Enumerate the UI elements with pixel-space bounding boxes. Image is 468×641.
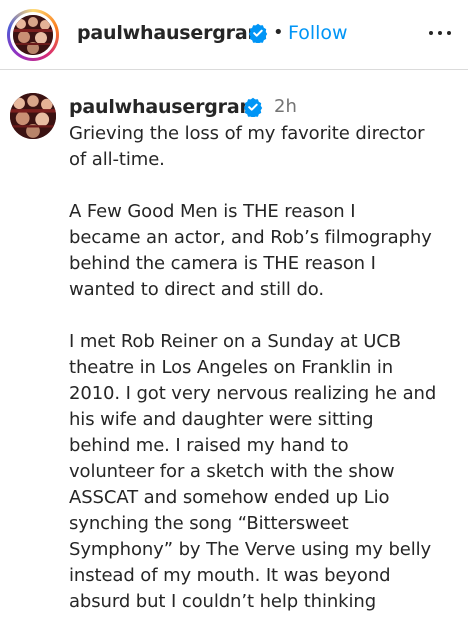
follow-button[interactable]: Follow <box>288 20 348 46</box>
caption-line: Grieving the loss of my favorite directo… <box>69 123 425 144</box>
caption-line: theatre in Los Angeles on Franklin in <box>69 357 394 378</box>
post-header: paulwhausergram • Follow <box>0 0 468 70</box>
caption-line: A Few Good Men is THE reason I <box>69 201 356 222</box>
separator-dot: • <box>273 22 284 43</box>
caption-line: ASSCAT and somehow ended up Lio <box>69 487 390 508</box>
caption-line: wanted to direct and still do. <box>69 279 325 300</box>
caption-paragraph: Grieving the loss of my favorite directo… <box>69 121 464 173</box>
comment-timestamp[interactable]: 2h <box>274 94 297 120</box>
caption-line: became an actor, and Rob’s filmography <box>69 227 432 248</box>
caption-line: volunteer for a sketch with the show <box>69 461 395 482</box>
caption-line: behind the camera is THE reason I <box>69 253 376 274</box>
comment-avatar[interactable] <box>10 93 56 139</box>
header-username[interactable]: paulwhausergram <box>77 20 267 46</box>
caption-text: Grieving the loss of my favorite directo… <box>69 121 464 641</box>
caption-line: his wife and daughter were sitting <box>69 409 374 430</box>
caption-paragraph: I met Rob Reiner on a Sunday at UCB thea… <box>69 329 464 615</box>
verified-badge-icon <box>248 23 268 43</box>
more-options-icon[interactable] <box>424 20 456 46</box>
caption-line: of all-time. <box>69 149 165 170</box>
caption-line: behind me. I raised my hand to <box>69 435 349 456</box>
caption-line: absurd but I couldn’t help thinking <box>69 591 377 612</box>
caption-paragraph: A Few Good Men is THE reason I became an… <box>69 199 464 303</box>
caption-line: synching the song “Bittersweet <box>69 513 349 534</box>
avatar[interactable] <box>13 15 53 55</box>
comment-username[interactable]: paulwhausergram <box>69 94 259 120</box>
caption-line: I met Rob Reiner on a Sunday at UCB <box>69 331 402 352</box>
caption-line: 2010. I got very nervous realizing he an… <box>69 383 437 404</box>
story-ring[interactable] <box>7 9 59 61</box>
verified-badge-icon <box>243 97 263 117</box>
caption-line: instead of my mouth. It was beyond <box>69 565 391 586</box>
caption-line: Symphony” by The Verve using my belly <box>69 539 432 560</box>
